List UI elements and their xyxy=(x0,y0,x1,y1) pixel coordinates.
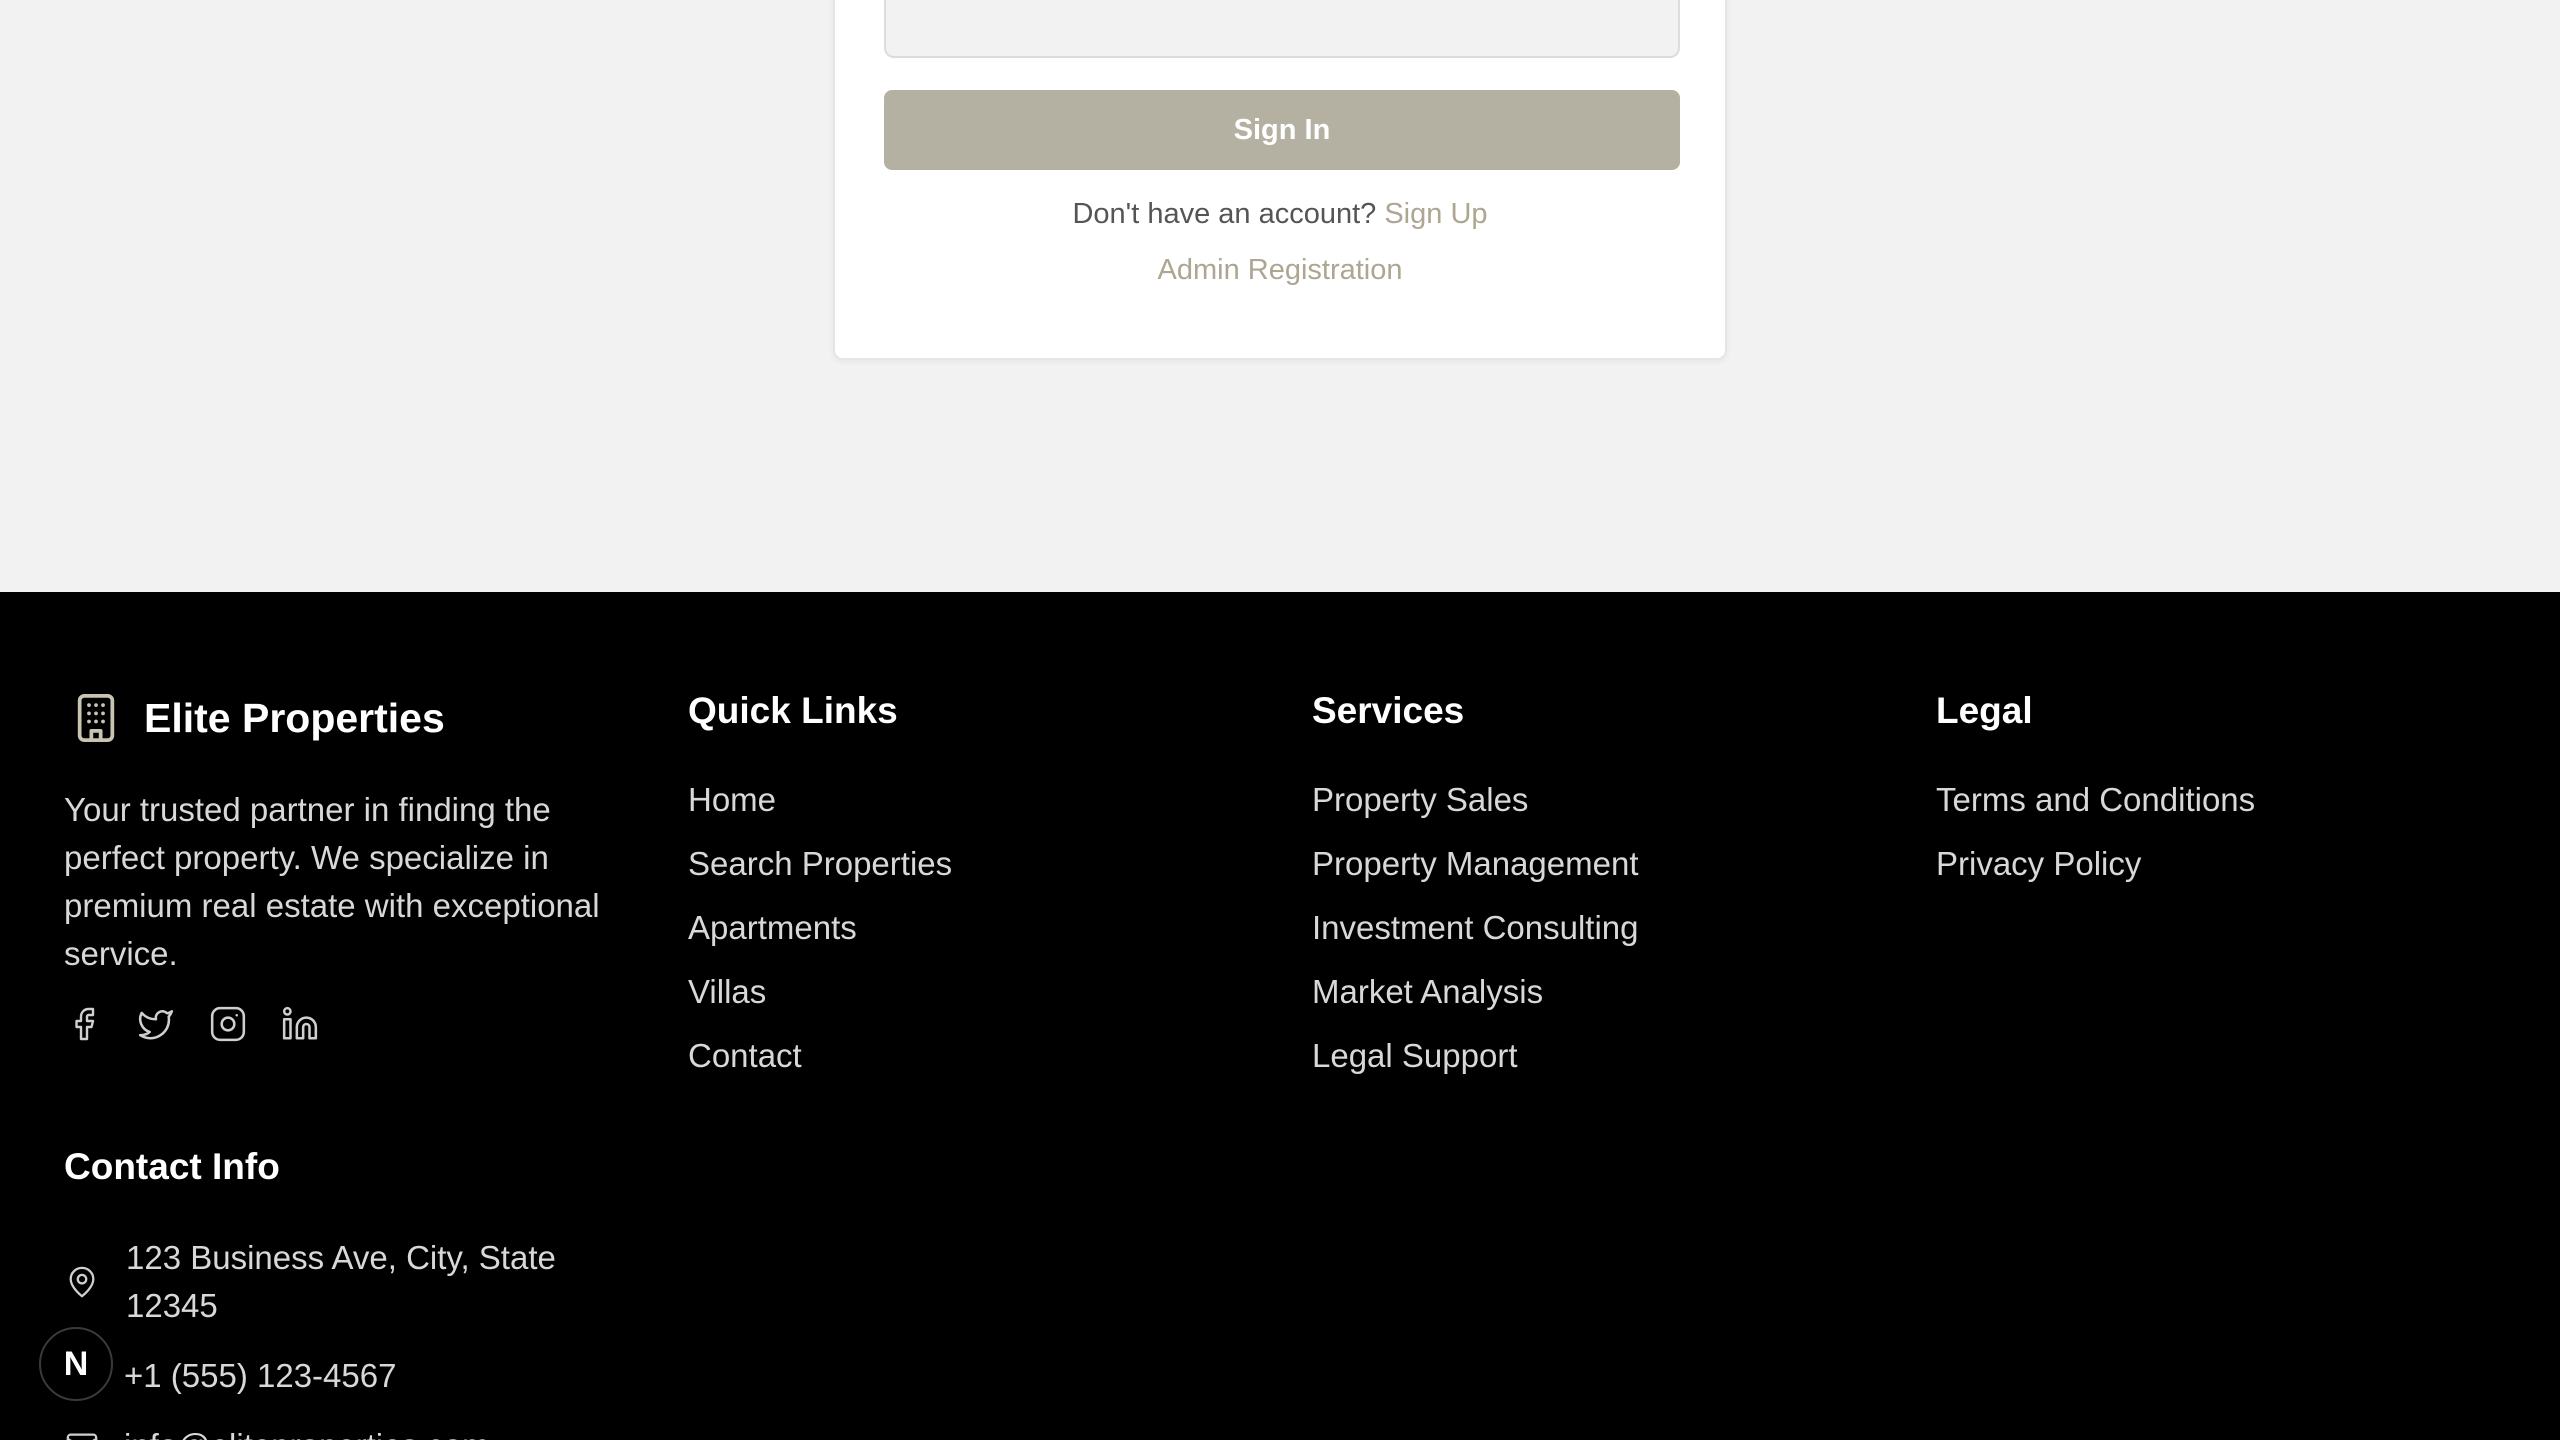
linkedin-icon[interactable] xyxy=(280,1004,320,1044)
legal-list: Terms and Conditions Privacy Policy xyxy=(1936,780,2255,908)
quick-link-search-properties[interactable]: Search Properties xyxy=(688,844,952,908)
address-text: 123 Business Ave, City, State 12345 xyxy=(126,1234,556,1330)
map-pin-icon xyxy=(64,1264,100,1300)
email-text[interactable]: info@eliteproperties.com xyxy=(124,1422,490,1440)
facebook-icon[interactable] xyxy=(64,1004,104,1044)
signin-card: Sign In Don't have an account? Sign Up A… xyxy=(833,0,1727,360)
contact-email: info@eliteproperties.com xyxy=(64,1422,490,1440)
service-market-analysis[interactable]: Market Analysis xyxy=(1312,972,1639,1036)
service-property-management[interactable]: Property Management xyxy=(1312,844,1639,908)
admin-registration-link[interactable]: Admin Registration xyxy=(835,254,1725,287)
services-title: Services xyxy=(1312,690,1465,731)
social-links xyxy=(64,1004,320,1044)
brand-description: Your trusted partner in finding the perf… xyxy=(64,791,600,972)
quick-links-title: Quick Links xyxy=(688,690,898,731)
n-badge-button[interactable]: N xyxy=(39,1327,113,1401)
site-footer: Elite Properties Your trusted partner in… xyxy=(0,592,2560,1440)
footer-brand[interactable]: Elite Properties xyxy=(64,686,445,750)
brand-name: Elite Properties xyxy=(144,694,445,741)
service-legal-support[interactable]: Legal Support xyxy=(1312,1036,1639,1100)
signup-prompt: Don't have an account? Sign Up xyxy=(835,198,1725,231)
service-investment-consulting[interactable]: Investment Consulting xyxy=(1312,908,1639,972)
phone-text[interactable]: +1 (555) 123-4567 xyxy=(124,1352,396,1400)
password-input[interactable] xyxy=(884,0,1680,58)
address-line1: 123 Business Ave, City, State xyxy=(126,1239,556,1276)
building-icon xyxy=(64,686,128,750)
address-line2: 12345 xyxy=(126,1287,218,1324)
services-list: Property Sales Property Management Inves… xyxy=(1312,780,1639,1100)
service-property-sales[interactable]: Property Sales xyxy=(1312,780,1639,844)
instagram-icon[interactable] xyxy=(208,1004,248,1044)
quick-link-apartments[interactable]: Apartments xyxy=(688,908,952,972)
twitter-icon[interactable] xyxy=(136,1004,176,1044)
contact-info-title: Contact Info xyxy=(64,1146,280,1187)
signin-button[interactable]: Sign In xyxy=(884,90,1680,170)
quick-link-home[interactable]: Home xyxy=(688,780,952,844)
legal-terms[interactable]: Terms and Conditions xyxy=(1936,780,2255,844)
quick-link-villas[interactable]: Villas xyxy=(688,972,952,1036)
contact-phone: +1 (555) 123-4567 xyxy=(64,1352,396,1400)
legal-privacy[interactable]: Privacy Policy xyxy=(1936,844,2255,908)
auth-section: Sign In Don't have an account? Sign Up A… xyxy=(0,0,2560,592)
contact-address: 123 Business Ave, City, State 12345 xyxy=(64,1234,556,1330)
no-account-text: Don't have an account? xyxy=(1072,198,1377,230)
quick-links-list: Home Search Properties Apartments Villas… xyxy=(688,780,952,1100)
mail-icon xyxy=(64,1428,100,1440)
quick-link-contact[interactable]: Contact xyxy=(688,1036,952,1100)
legal-title: Legal xyxy=(1936,690,2033,731)
signup-link[interactable]: Sign Up xyxy=(1384,198,1487,230)
